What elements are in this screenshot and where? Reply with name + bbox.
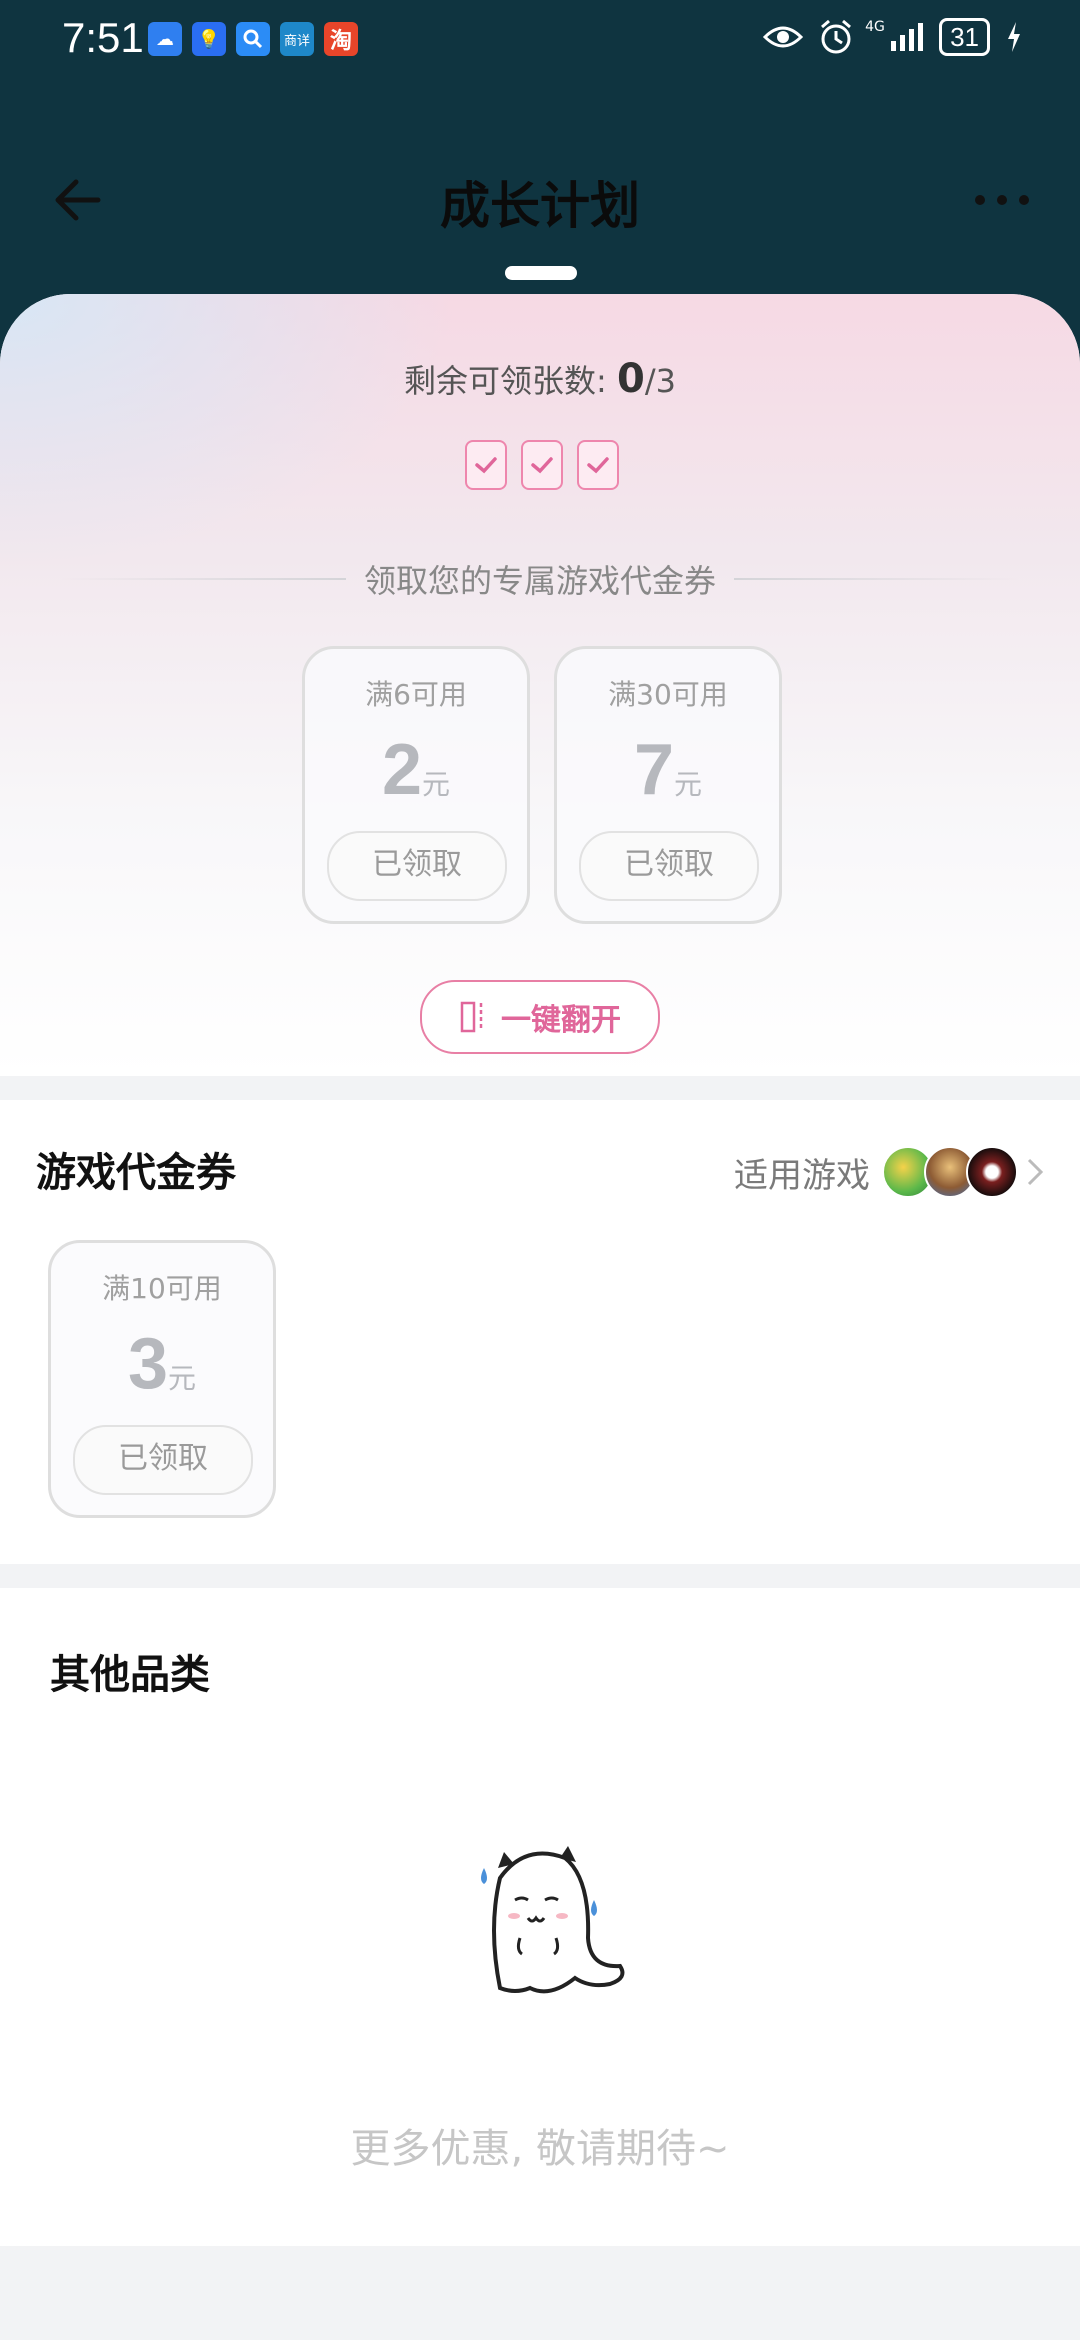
signal-icon: 4G [865,19,924,51]
voucher-amount: 7元 [557,729,779,811]
claimed-button[interactable]: 已领取 [327,831,507,901]
charging-icon [1008,22,1020,52]
flip-all-button[interactable]: 一键翻开 [420,980,660,1054]
more-options-icon[interactable] [972,188,1032,212]
app-header: 成长计划 [0,130,1080,270]
page-title: 成长计划 [440,177,640,235]
divider-line [734,578,1021,580]
taobao-icon: 淘 [324,22,358,56]
claimed-checkboxes [465,440,619,490]
coming-soon-text: 更多优惠, 敬请期待~ [350,2126,730,2172]
voucher-amount-value: 7 [633,730,675,810]
voucher-card: 满30可用 7元 已领取 [554,646,782,924]
checkmark-icon [577,440,619,490]
claimed-button[interactable]: 已领取 [73,1425,253,1495]
voucher-condition: 满30可用 [608,678,728,711]
applicable-games-label: 适用游戏 [734,1155,870,1196]
status-time: 7:51 [62,14,144,61]
voucher-unit: 元 [674,768,703,801]
checkmark-icon [465,440,507,490]
main-sheet: 剩余可领张数: 0/3 领取您的专属游戏代金券 满6可用 2元 已领取 满30可… [0,294,1080,2340]
game-avatars [882,1146,1018,1198]
voucher-condition: 满6可用 [365,678,467,711]
voucher-amount-value: 2 [381,730,423,810]
voucher-amount-value: 3 [127,1324,169,1404]
remaining-total: /3 [644,362,676,400]
flip-all-label: 一键翻开 [501,1003,621,1038]
system-icons: 4G 31 [763,18,1022,56]
voucher-amount: 2元 [305,729,527,811]
remaining-label-text: 剩余可领张数: [404,362,617,400]
search-app-icon [236,22,270,56]
eye-icon [763,26,804,48]
divider-line [60,578,346,580]
voucher-unit: 元 [168,1362,197,1395]
checkmark-icon [521,440,563,490]
network-type: 4G [865,19,885,35]
applicable-games-link[interactable]: 适用游戏 [734,1146,1046,1198]
weather-icon: ☁ [148,22,182,56]
voucher-condition: 满10可用 [102,1272,222,1305]
sheet-drag-handle[interactable] [505,266,577,280]
other-categories-card: 其他品类 更多优惠, 敬请期待~ [0,1588,1080,2246]
section-title: 领取您的专属游戏代金券 [364,562,717,600]
chevron-right-icon [1027,1158,1044,1186]
remaining-count: 0 [616,356,645,402]
claimed-button[interactable]: 已领取 [579,831,759,901]
notification-icons: ☁ 💡 商详 淘 [148,22,358,56]
section-divider: 领取您的专属游戏代金券 [60,556,1021,602]
status-bar: 7:51 ☁ 💡 商详 淘 4G 31 [0,0,1080,80]
empty-ghost-illustration [481,1846,625,1994]
other-categories-title: 其他品类 [50,1652,210,1698]
alarm-icon [821,19,852,54]
voucher-card: 满10可用 3元 已领取 [48,1240,276,1518]
growth-plan-hero: 剩余可领张数: 0/3 领取您的专属游戏代金券 满6可用 2元 已领取 满30可… [0,294,1080,1076]
battery-icon: 31 [939,18,990,56]
remaining-count-label: 剩余可领张数: 0/3 [0,356,1080,402]
flip-card-icon [460,1001,483,1033]
voucher-card: 满6可用 2元 已领取 [302,646,530,924]
voucher-amount: 3元 [51,1323,273,1405]
voucher-unit: 元 [422,768,451,801]
game-vouchers-card: 游戏代金券 适用游戏 满10可用 3元 已领取 [0,1100,1080,1564]
game-vouchers-title: 游戏代金券 [36,1150,236,1196]
bulb-icon: 💡 [192,22,226,56]
game-avatar [966,1146,1018,1198]
news-app-icon: 商详 [280,22,314,56]
